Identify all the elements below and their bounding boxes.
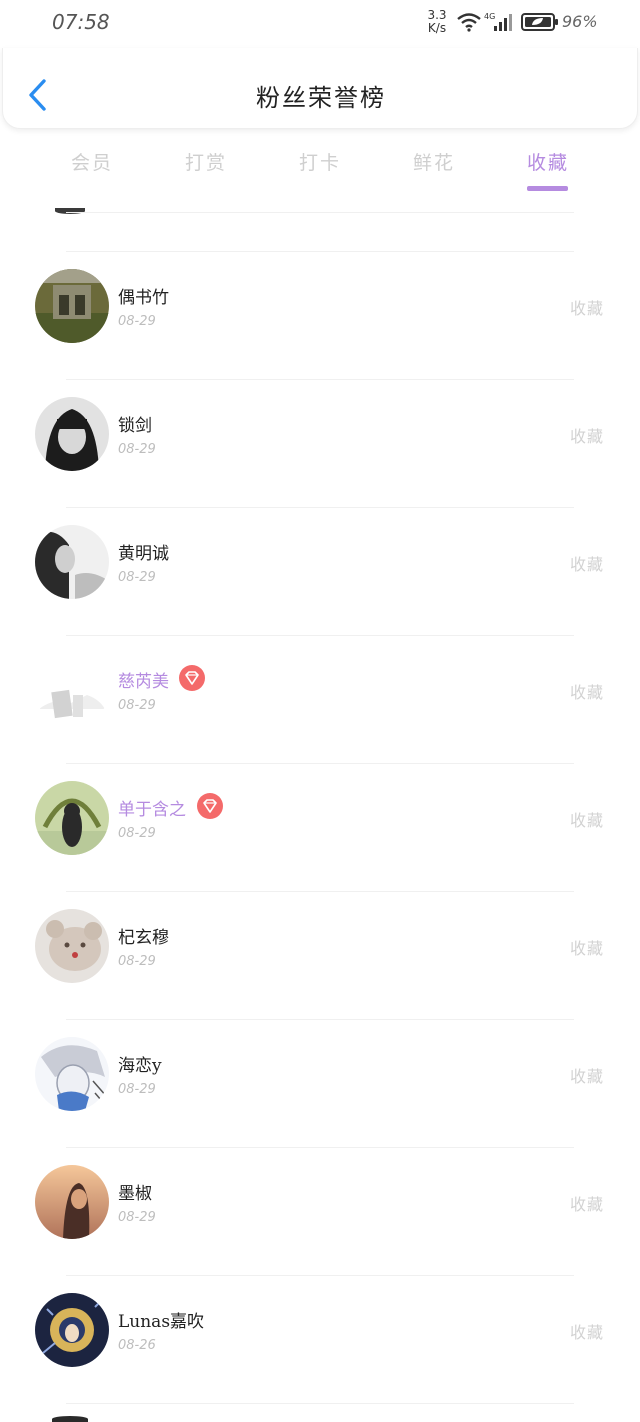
- fan-date: 08-29: [118, 442, 156, 457]
- favorite-label: 收藏: [570, 811, 605, 830]
- battery-icon: [521, 13, 558, 31]
- fan-date: 08-29: [118, 1082, 156, 1097]
- header: 粉丝荣誉榜: [2, 48, 638, 129]
- fan-name: 锁剑: [118, 416, 152, 436]
- avatar[interactable]: [35, 269, 109, 343]
- avatar[interactable]: [35, 1037, 109, 1111]
- avatar[interactable]: [35, 525, 109, 599]
- favorite-label: 收藏: [570, 299, 605, 318]
- row-divider: [66, 1019, 574, 1020]
- avatar[interactable]: [35, 781, 109, 855]
- row-divider: [66, 379, 574, 380]
- row-divider: [66, 891, 574, 892]
- row-divider: [66, 507, 574, 508]
- page-title: 粉丝荣誉榜: [256, 84, 386, 112]
- avatar[interactable]: [35, 653, 109, 727]
- row-divider: [66, 1275, 574, 1276]
- avatar-partial: [52, 1416, 88, 1422]
- row-divider: [66, 212, 574, 213]
- fan-date: 08-29: [118, 698, 156, 713]
- favorite-label: 收藏: [570, 1067, 605, 1086]
- list-item[interactable]: 偶书竹 08-29 收藏: [0, 251, 640, 378]
- fan-date: 08-29: [118, 954, 156, 969]
- vip-badge: [179, 665, 205, 691]
- fan-name: 墨椒: [118, 1184, 152, 1204]
- wifi-icon: [457, 13, 481, 32]
- avatar[interactable]: [35, 1293, 109, 1367]
- active-tab-indicator: [527, 186, 568, 191]
- fan-date: 08-26: [118, 1338, 156, 1353]
- list-item[interactable]: 黄明诚 08-29 收藏: [0, 507, 640, 634]
- favorite-label: 收藏: [570, 555, 605, 574]
- favorite-label: 收藏: [570, 1323, 605, 1342]
- battery-percentage: 96%: [562, 12, 598, 31]
- fan-name: 慈芮美: [118, 672, 169, 692]
- status-bar: 07:58 3.3 K/s 4G 96%: [0, 0, 640, 50]
- list-item[interactable]: 墨椒 08-29 收藏: [0, 1147, 640, 1274]
- list-item[interactable]: 锁剑 08-29 收藏: [0, 379, 640, 506]
- list-item[interactable]: Lunas嘉吹 08-26 收藏: [0, 1275, 640, 1402]
- fan-date: 08-29: [118, 1210, 156, 1225]
- fan-date: 08-29: [118, 826, 156, 841]
- favorite-label: 收藏: [570, 1195, 605, 1214]
- list-item[interactable]: 杞玄穆 08-29 收藏: [0, 891, 640, 1018]
- row-divider: [66, 763, 574, 764]
- avatar[interactable]: [35, 909, 109, 983]
- fan-name: 海恋y: [118, 1056, 162, 1076]
- fan-name: 杞玄穆: [118, 928, 169, 948]
- avatar-partial: [55, 208, 85, 214]
- signal-icon: 4G: [484, 12, 512, 31]
- fan-name: 偶书竹: [118, 288, 169, 308]
- fan-date: 08-29: [118, 570, 156, 585]
- network-speed-unit: K/s: [427, 21, 447, 35]
- list-item[interactable]: 单于含之 08-29 收藏: [0, 763, 640, 890]
- diamond-icon: [185, 671, 199, 685]
- avatar[interactable]: [35, 1165, 109, 1239]
- row-divider: [66, 1147, 574, 1148]
- fan-name: 黄明诚: [118, 544, 169, 564]
- tab-member[interactable]: 会员: [52, 148, 132, 175]
- svg-text:4G: 4G: [484, 12, 495, 21]
- row-divider: [66, 1403, 574, 1404]
- avatar[interactable]: [35, 397, 109, 471]
- fan-name: Lunas嘉吹: [118, 1312, 205, 1332]
- list-item[interactable]: 慈芮美 08-29 收藏: [0, 635, 640, 762]
- network-speed: 3.3 K/s: [425, 9, 449, 35]
- fan-date: 08-29: [118, 314, 156, 329]
- tab-checkin[interactable]: 打卡: [280, 148, 360, 175]
- tab-flowers[interactable]: 鲜花: [394, 148, 474, 175]
- fan-name: 单于含之: [118, 800, 186, 820]
- tab-reward[interactable]: 打赏: [166, 148, 246, 175]
- diamond-icon: [203, 799, 217, 813]
- list-item[interactable]: 海恋y 08-29 收藏: [0, 1019, 640, 1146]
- status-time: 07:58: [52, 10, 110, 34]
- row-divider: [66, 635, 574, 636]
- favorite-label: 收藏: [570, 939, 605, 958]
- favorite-label: 收藏: [570, 683, 605, 702]
- tab-favorites[interactable]: 收藏: [508, 148, 588, 175]
- row-divider: [66, 251, 574, 252]
- vip-badge: [197, 793, 223, 819]
- favorite-label: 收藏: [570, 427, 605, 446]
